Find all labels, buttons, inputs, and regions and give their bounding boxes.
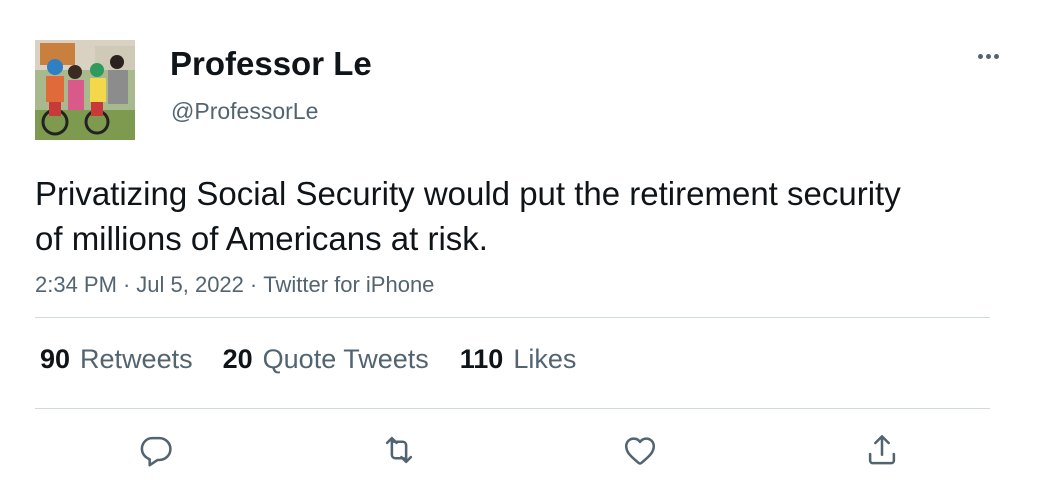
quote-tweets-stat[interactable]: 20 Quote Tweets [223, 344, 429, 374]
tweet-source-link[interactable]: Twitter for iPhone [263, 272, 434, 297]
author-display-name[interactable]: Professor Le [170, 45, 372, 83]
tweet-stats: 90 Retweets 20 Quote Tweets 110 Likes [40, 344, 576, 374]
more-dot-icon [977, 53, 983, 59]
share-button[interactable] [862, 430, 902, 470]
tweet-detail: Professor Le @ProfessorLe Privatizing So… [0, 0, 1050, 480]
retweets-label: Retweets [80, 344, 193, 374]
retweet-icon [385, 436, 413, 464]
more-dot-icon [985, 53, 991, 59]
retweets-count: 90 [40, 344, 71, 374]
tweet-meta: 2:34 PM · Jul 5, 2022 · Twitter for iPhone [35, 272, 434, 298]
avatar[interactable] [35, 40, 135, 140]
reply-icon [140, 436, 172, 467]
more-options-button[interactable] [970, 42, 1006, 70]
likes-stat[interactable]: 110 Likes [460, 344, 577, 374]
heart-icon [624, 437, 656, 465]
quote-tweets-count: 20 [222, 344, 253, 374]
reply-button[interactable] [136, 430, 176, 470]
like-button[interactable] [620, 430, 660, 470]
meta-separator: · [249, 272, 258, 297]
divider [35, 317, 990, 318]
author-handle[interactable]: @ProfessorLe [171, 98, 318, 124]
tweet-date[interactable]: Jul 5, 2022 [136, 272, 244, 297]
more-dot-icon [993, 53, 999, 59]
retweets-stat[interactable]: 90 Retweets [40, 344, 193, 374]
tweet-time[interactable]: 2:34 PM [35, 272, 117, 297]
quote-tweets-label: Quote Tweets [262, 344, 429, 374]
family-photo-avatar-icon [35, 40, 135, 140]
likes-count: 110 [459, 344, 504, 374]
divider [35, 408, 990, 409]
retweet-button[interactable] [379, 430, 419, 470]
share-icon [868, 435, 896, 465]
meta-separator: · [122, 272, 131, 297]
likes-label: Likes [513, 344, 577, 374]
tweet-text: Privatizing Social Security would put th… [35, 175, 901, 257]
